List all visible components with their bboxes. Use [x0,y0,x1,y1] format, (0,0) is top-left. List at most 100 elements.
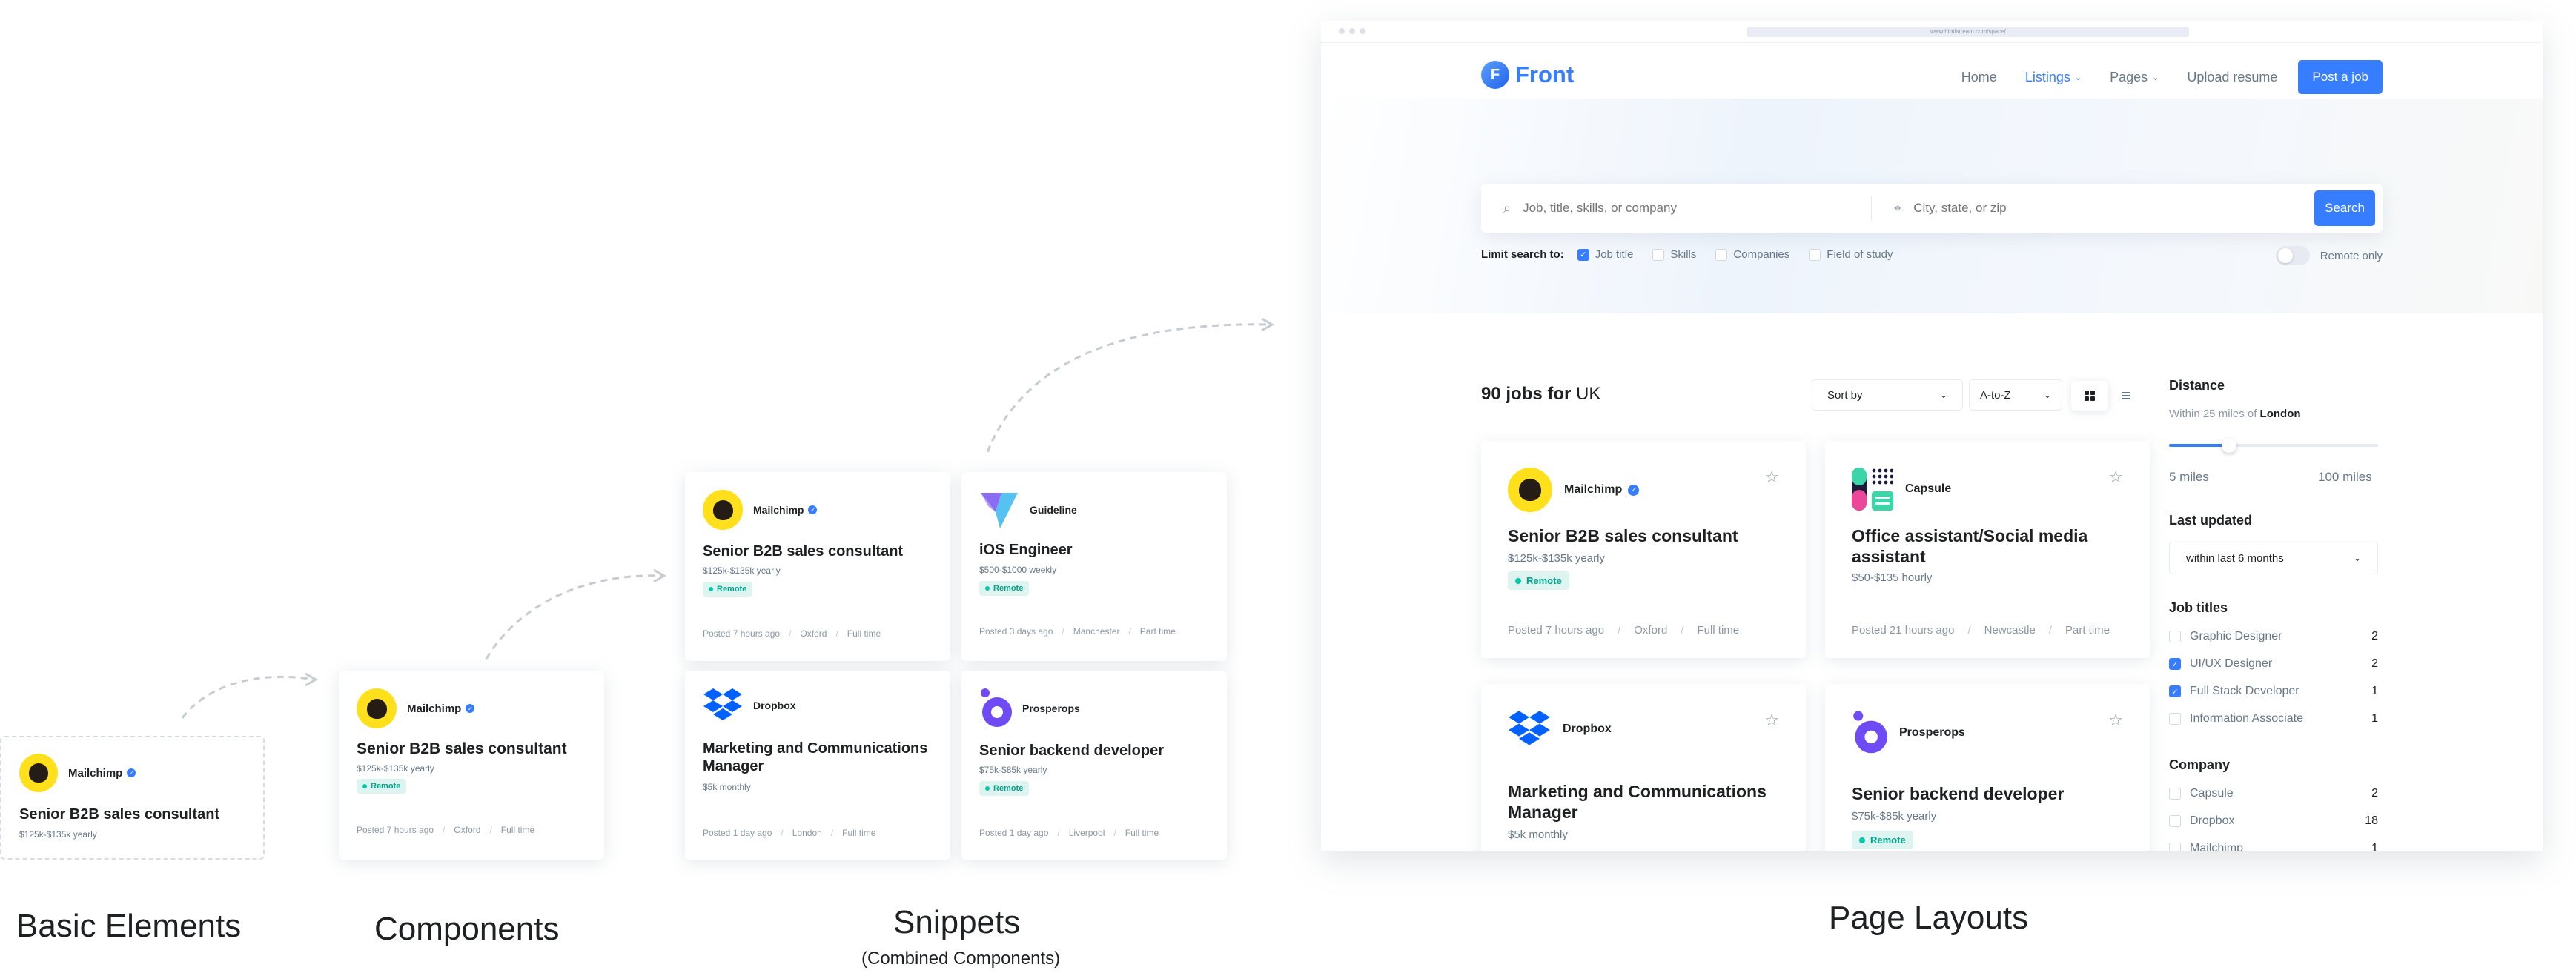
hero-search-section: ⌕ ⌖ Search Limit search to: ✓Job title S… [1321,99,2543,313]
job-search-input[interactable] [1523,201,1872,216]
filter-job-titles-title: Job titles [2169,600,2228,615]
company-name: Dropbox [753,700,796,711]
address-bar[interactable]: www.htmlstream.com/space/ [1747,27,2189,37]
job-salary: $75k-$85k yearly [1852,810,1937,823]
star-icon[interactable]: ☆ [2108,711,2123,730]
order-select[interactable]: A-to-Z ⌄ [1969,379,2062,411]
label-components: Components [374,911,560,947]
job-title[interactable]: Office assistant/Social media assistant [1852,526,2126,567]
checkbox[interactable] [1715,248,1728,261]
dropbox-logo-icon [703,688,742,720]
label-page-layouts: Page Layouts [1829,900,2029,936]
job-salary: $125k-$135k yearly [357,763,434,774]
snippet-card-prosperops[interactable]: Prosperops Senior backend developer $75k… [961,671,1227,860]
checkbox[interactable] [2169,631,2181,642]
location-search-input[interactable] [1913,201,2262,216]
nav-home[interactable]: Home [1961,70,1997,85]
snippet-card-dropbox[interactable]: Dropbox Marketing and Communications Man… [685,671,950,860]
browser-window: www.htmlstream.com/space/ F Front Home L… [1321,21,2543,851]
job-title[interactable]: Marketing and Communications Manager [703,740,940,775]
post-job-button[interactable]: Post a job [2298,60,2383,94]
result-card-capsule[interactable]: Capsule ☆ Office assistant/Social media … [1825,441,2150,658]
verified-icon: ✓ [808,505,818,514]
filter-option-dropbox[interactable]: Dropbox 18 [2169,814,2378,828]
sort-by-select[interactable]: Sort by ⌄ [1812,379,1963,411]
job-salary: $75k-$85k yearly [979,765,1047,775]
checkbox[interactable] [2169,815,2181,827]
filter-option-full-stack-developer[interactable]: ✓ Full Stack Developer 1 [2169,685,2378,698]
result-card-mailchimp[interactable]: Mailchimp ✓ ☆ Senior B2B sales consultan… [1481,441,1806,658]
brand-logo[interactable]: F Front [1481,61,1574,89]
result-card-dropbox[interactable]: Dropbox ☆ Marketing and Communications M… [1481,684,1806,851]
filter-company-title: Company [2169,757,2231,772]
checkbox[interactable]: ✓ [1577,248,1589,261]
filter-option-information-associate[interactable]: Information Associate 1 [2169,712,2378,725]
job-title[interactable]: Senior backend developer [979,742,1164,760]
checkbox[interactable]: ✓ [2169,658,2181,670]
filter-option-graphic-designer[interactable]: Graphic Designer 2 [2169,630,2378,643]
checkbox[interactable] [1809,248,1821,261]
nav-listings[interactable]: Listings ⌄ [2025,70,2082,85]
job-title[interactable]: iOS Engineer [979,541,1073,559]
distance-slider[interactable] [2169,438,2378,453]
checkbox[interactable] [2169,788,2181,800]
result-card-prosperops[interactable]: Prosperops ☆ Senior backend developer $7… [1825,684,2150,851]
company-name: Prosperops [1022,703,1080,714]
grid-view-button[interactable] [2071,381,2108,411]
job-title[interactable]: Marketing and Communications Manager [1508,782,1789,823]
job-meta: Posted 1 day ago / Liverpool / Full time [979,828,1159,838]
job-meta: Posted 3 days ago / Manchester / Part time [979,626,1176,637]
capsule-logo-icon [1852,468,1893,511]
checkbox[interactable]: ✓ [2169,685,2181,697]
star-icon[interactable]: ☆ [2108,468,2123,487]
toggle-switch[interactable] [2275,246,2310,265]
snippet-card-guideline[interactable]: Guideline iOS Engineer $500-$1000 weekly… [961,472,1227,661]
mailchimp-logo-icon [1508,468,1552,512]
job-title[interactable]: Senior backend developer [1852,784,2064,805]
filter-option-ui-ux-designer[interactable]: ✓ UI/UX Designer 2 [2169,657,2378,671]
nav-upload-resume[interactable]: Upload resume [2187,70,2277,85]
remote-only-toggle[interactable]: Remote only [2275,246,2383,265]
component-job-card[interactable]: Mailchimp ✓ Senior B2B sales consultant … [339,671,604,860]
slider-handle[interactable] [2222,438,2236,453]
star-icon[interactable]: ☆ [1764,711,1779,730]
limit-option-skills[interactable]: Skills [1652,248,1696,261]
chevron-down-icon: ⌄ [2152,73,2159,82]
job-title[interactable]: Senior B2B sales consultant [703,542,903,560]
window-dot-icon [1349,28,1355,34]
list-view-button[interactable] [2111,381,2141,411]
snippet-card-mailchimp[interactable]: Mailchimp ✓ Senior B2B sales consultant … [685,472,950,661]
label-snippets-sub: (Combined Components) [861,949,1061,969]
filter-option-capsule[interactable]: Capsule 2 [2169,787,2378,800]
remote-badge: Remote [357,779,407,794]
filter-option-mailchimp[interactable]: Mailchimp 1 [2169,842,2378,851]
job-title[interactable]: Senior B2B sales consultant [1508,526,1738,547]
star-icon[interactable]: ☆ [1764,468,1779,487]
limit-option-companies[interactable]: Companies [1715,248,1789,261]
distance-min: 5 miles [2169,470,2209,484]
front-logo-icon: F [1481,61,1509,89]
dropbox-logo-icon [1509,711,1550,745]
basic-element-card: Mailchimp ✓ Senior B2B sales consultant … [0,736,265,860]
verified-icon: ✓ [466,704,475,713]
prosperops-logo-icon [1853,711,1887,754]
mailchimp-logo-icon [703,490,743,530]
checkbox[interactable] [2169,843,2181,851]
remote-badge: Remote [979,781,1030,796]
divider [1871,196,1873,221]
label-snippets: Snippets [893,904,1021,940]
nav-pages[interactable]: Pages ⌄ [2110,70,2159,85]
job-title[interactable]: Senior B2B sales consultant [357,740,567,758]
job-salary: $125k-$135k yearly [19,829,97,840]
chevron-down-icon: ⌄ [2074,73,2082,82]
checkbox[interactable] [1652,248,1665,261]
search-button[interactable]: Search [2314,190,2375,226]
limit-option-field-of-study[interactable]: Field of study [1809,248,1893,261]
job-title[interactable]: Senior B2B sales consultant [19,806,219,823]
limit-option-job-title[interactable]: ✓ Job title [1577,248,1633,261]
job-meta: Posted 7 hours ago / Oxford / Full time [1508,624,1740,637]
label-basic-elements: Basic Elements [16,908,242,944]
chevron-down-icon: ⌄ [1939,390,1947,400]
checkbox[interactable] [2169,713,2181,725]
last-updated-select[interactable]: within last 6 months ⌄ [2169,542,2378,574]
